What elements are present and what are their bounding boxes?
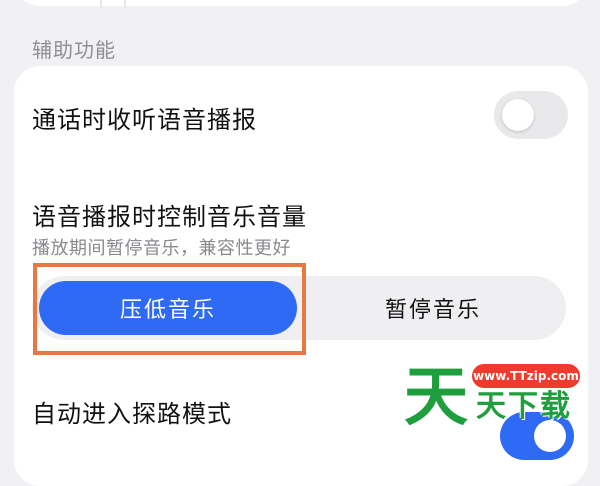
- call-broadcast-label: 通话时收听语音播报: [32, 106, 257, 134]
- watermark-url: www.TTzip.com: [472, 364, 580, 388]
- auto-explore-label: 自动进入探路模式: [32, 400, 232, 428]
- toggle-knob: [502, 99, 534, 131]
- watermark-big-char: 天: [404, 361, 468, 435]
- previous-settings-card: [14, 0, 588, 8]
- watermark-logo: 天 www.TTzip.com 天下载: [404, 360, 600, 450]
- pause-music-option[interactable]: 暂停音乐: [306, 281, 560, 335]
- call-broadcast-toggle[interactable]: [494, 91, 568, 139]
- highlight-frame: [33, 263, 306, 355]
- card-edge-icon: [100, 0, 126, 8]
- section-title: 辅助功能: [32, 38, 116, 62]
- music-control-label: 语音播报时控制音乐音量: [32, 203, 307, 231]
- music-control-description: 播放期间暂停音乐，兼容性更好: [32, 238, 291, 259]
- watermark-text: 天下载: [476, 389, 572, 424]
